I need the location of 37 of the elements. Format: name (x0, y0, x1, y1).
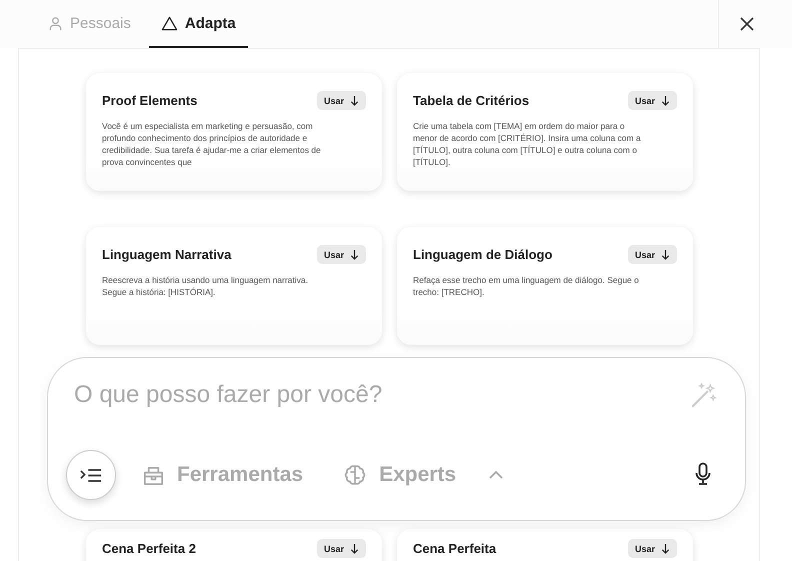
card-title: Proof Elements (102, 93, 198, 108)
card-title: Tabela de Critérios (413, 93, 530, 108)
card-title: Cena Perfeita 2 (102, 541, 196, 556)
card-description: Reescreva a história usando uma linguagem narrativa. Segue a história: [HISTÓRIA]. (102, 274, 310, 298)
caret-up-icon (488, 470, 504, 480)
use-button[interactable]: Usar (628, 91, 677, 110)
prompt-list-icon (80, 468, 102, 482)
prompt-card[interactable]: Linguagem Narrativa Usar Reescreva a história usando uma linguagem narrativa. Segue a história: [HISTÓRIA]. (86, 227, 382, 345)
prompt-card[interactable]: Linguagem de Diálogo Usar Refaça esse trecho em uma linguagem de diálogo. Segue o trecho: [TRECHO]. (397, 227, 693, 345)
tab[interactable]: Adapta (148, 0, 248, 48)
use-button[interactable]: Usar (316, 245, 366, 264)
card-title: Linguagem de Diálogo (413, 247, 552, 262)
card-description: Refaça esse trecho em uma linguagem de diálogo. Segue o trecho: [TRECHO]. (413, 274, 640, 298)
down-arrow-icon (661, 249, 670, 260)
prompt-card[interactable]: Tabela de Critérios Usar Crie uma tabela com [TEMA] em ordem do maior para o menor de acordo com [CRITÉRIO]. Insira uma coluna com a [TÍTULO], outra coluna com [TÍTULO] e outra coluna com o [TÍTULO]. (397, 73, 693, 191)
use-button[interactable]: Usar (628, 539, 677, 558)
prompt-card[interactable] (86, 73, 382, 191)
down-arrow-icon (350, 543, 359, 554)
card-description: Crie uma tabela com [TEMA] em ordem do maior para o menor de acordo com [CRITÉRIO]. Insira uma coluna com a [TÍTULO], outra coluna com [TÍTULO] e outra coluna com o [TÍTULO]. (413, 120, 642, 168)
use-button[interactable]: Usar (316, 91, 366, 110)
person-icon (48, 16, 63, 30)
down-arrow-icon (661, 95, 670, 106)
brain-icon (343, 463, 368, 487)
triangle-icon (160, 16, 178, 30)
prompt-list-button[interactable] (66, 450, 116, 500)
prompt-card[interactable]: Cena Perfeita Usar (397, 529, 693, 561)
use-button[interactable]: Usar (628, 245, 677, 264)
down-arrow-icon (661, 543, 670, 554)
card-description: Você é um especialista em marketing e persuasão, com profundo conhecimento dos princípios de autoridade e credibilidade. Sua tarefa é ajudar-me a criar elementos de prova convincentes que (102, 120, 322, 168)
down-arrow-icon (350, 249, 359, 260)
card-title: Cena Perfeita (413, 541, 496, 556)
down-arrow-icon (350, 95, 359, 106)
microphone-icon (695, 462, 711, 486)
close-icon (738, 16, 754, 32)
card-title: Linguagem Narrativa (102, 247, 232, 262)
use-button[interactable]: Usar (316, 539, 366, 558)
prompt-card[interactable]: Cena Perfeita 2 Usar (86, 529, 382, 561)
